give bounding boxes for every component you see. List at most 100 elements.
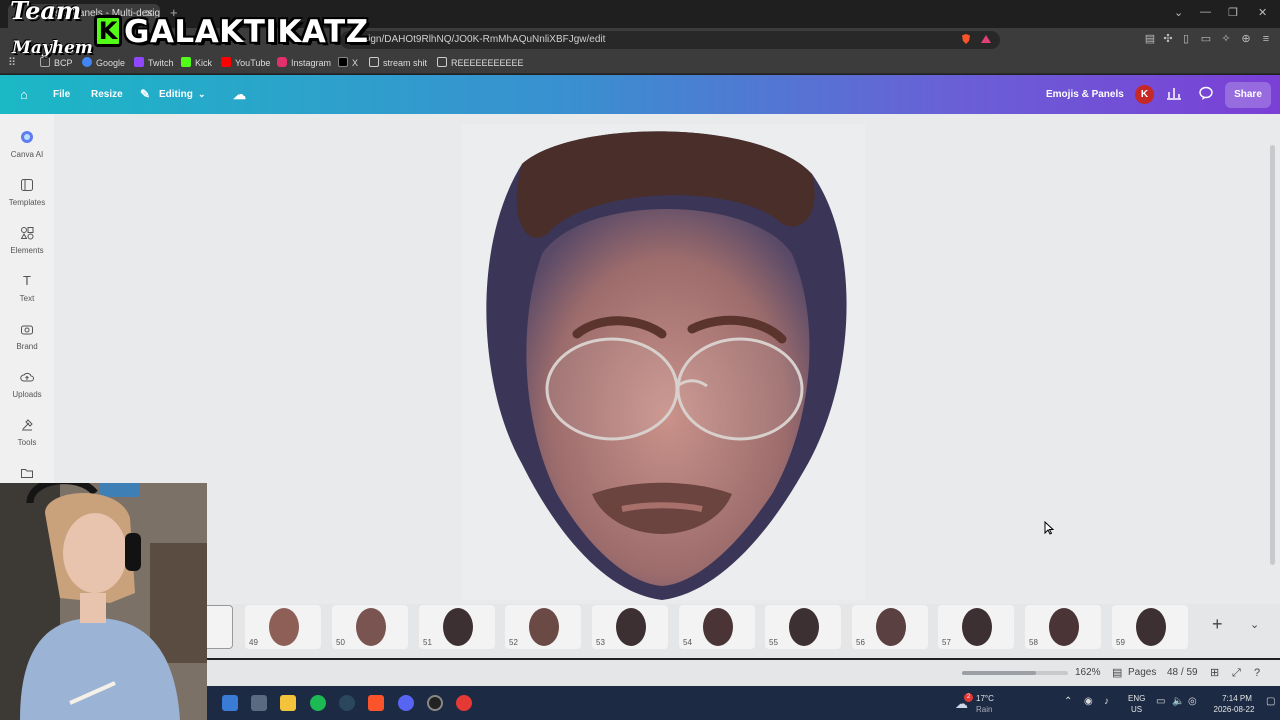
comment-icon[interactable]	[1198, 85, 1214, 106]
page-thumbnail[interactable]: 51	[419, 605, 495, 649]
page-thumbnail[interactable]: 55	[765, 605, 841, 649]
calculator-app-icon[interactable]	[251, 695, 267, 711]
fullscreen-icon[interactable]: ⤢	[1232, 660, 1241, 686]
sidebar-item-text[interactable]: T Text	[0, 274, 54, 318]
folder-icon	[20, 466, 34, 480]
tab-search-icon[interactable]: ⌄	[1174, 6, 1183, 19]
language-top[interactable]: ENG	[1128, 694, 1145, 704]
language-bottom[interactable]: US	[1131, 705, 1142, 715]
kick-logo-icon: K	[94, 15, 122, 47]
add-page-icon[interactable]: +	[1212, 614, 1223, 635]
brave-shield-icon[interactable]	[960, 33, 972, 45]
minimize-button[interactable]: —	[1200, 6, 1211, 18]
notifications-icon[interactable]: ▢	[1266, 696, 1275, 707]
left-sidebar: Canva AI Templates Elements T Text Brand…	[0, 114, 54, 486]
uploads-icon	[20, 370, 34, 384]
zoom-slider[interactable]	[962, 671, 1068, 675]
zoom-level[interactable]: 162%	[1075, 660, 1101, 686]
share-button[interactable]: Share	[1225, 82, 1271, 108]
thumbnail-current-page[interactable]	[203, 605, 233, 649]
templates-icon	[20, 178, 34, 192]
brand-icon	[20, 322, 34, 336]
opera-gx-icon[interactable]	[456, 695, 472, 711]
sidebar-item-tools[interactable]: Tools	[0, 418, 54, 462]
insights-icon[interactable]	[1166, 85, 1182, 106]
page-thumbnail[interactable]: 52	[505, 605, 581, 649]
display-icon[interactable]: ▭	[1156, 696, 1165, 707]
url-field[interactable]: design/DAHOt9RlhNQ/JO0K-RmMhAQuNnliXBFJg…	[340, 31, 1000, 49]
pages-grid-icon[interactable]: ▤	[1112, 660, 1122, 686]
page-thumbnail[interactable]: 50	[332, 605, 408, 649]
brave-browser-icon[interactable]	[368, 695, 384, 711]
spotify-icon[interactable]	[310, 695, 326, 711]
cloud-saved-icon[interactable]: ☁	[233, 75, 246, 114]
tools-icon	[20, 418, 34, 432]
file-menu[interactable]: File	[53, 75, 70, 114]
file-explorer-icon[interactable]	[280, 695, 296, 711]
webcam-streamer-image	[0, 483, 207, 720]
help-icon[interactable]: ?	[1254, 660, 1260, 686]
page-counter: 48 / 59	[1167, 667, 1198, 678]
extensions-puzzle-icon[interactable]: ✣	[1162, 33, 1174, 45]
page-thumbnail[interactable]: 59	[1112, 605, 1188, 649]
vpn-icon[interactable]: ⊕	[1240, 33, 1252, 45]
design-page-canvas[interactable]	[462, 124, 865, 600]
project-title[interactable]: Emojis & Panels	[1046, 75, 1124, 114]
sidebar-toggle-icon[interactable]: ▯	[1180, 33, 1192, 45]
clock-date[interactable]: 2026-08-22	[1206, 705, 1262, 715]
bookmark-folder-reee[interactable]: REEEEEEEEEEE	[437, 56, 524, 70]
network-icon[interactable]: ◎	[1188, 696, 1197, 707]
steam-icon[interactable]	[339, 695, 355, 711]
weather-desc[interactable]: Rain	[976, 705, 992, 715]
chevron-down-icon[interactable]: ⌄	[198, 75, 206, 114]
tray-app-icon[interactable]: ◉	[1084, 696, 1093, 707]
pages-button[interactable]: Pages	[1128, 660, 1156, 686]
vertical-scrollbar[interactable]	[1270, 145, 1275, 565]
weather-temp[interactable]: 17°C	[976, 694, 994, 704]
user-avatar[interactable]: K	[1135, 85, 1154, 104]
editing-mode-menu[interactable]: Editing	[159, 75, 193, 114]
tray-chevron-up-icon[interactable]: ⌃	[1064, 696, 1072, 707]
webcam-overlay	[0, 483, 207, 720]
folder-icon	[437, 57, 447, 67]
maximize-button[interactable]: ❐	[1228, 6, 1238, 19]
text-icon: T	[23, 273, 31, 288]
discord-icon[interactable]	[398, 695, 414, 711]
close-window-button[interactable]: ✕	[1258, 6, 1267, 19]
wallet-icon[interactable]: ▭	[1200, 33, 1212, 45]
home-icon[interactable]: ⌂	[20, 75, 28, 114]
emoji-face-image[interactable]	[462, 124, 865, 600]
page-thumbnail[interactable]: 57	[938, 605, 1014, 649]
zoom-slider-fill	[962, 671, 1037, 675]
team-mayhem-logo-top: Team	[10, 0, 82, 25]
resize-menu[interactable]: Resize	[91, 75, 123, 114]
notification-badge: 2	[964, 693, 973, 702]
page-thumbnail[interactable]: 58	[1025, 605, 1101, 649]
folder-icon	[369, 57, 379, 67]
menu-icon[interactable]: ≡	[1260, 33, 1272, 45]
page-thumbnail[interactable]: 56	[852, 605, 928, 649]
page-thumbnail[interactable]: 49	[245, 605, 321, 649]
brave-rewards-icon[interactable]	[980, 33, 992, 45]
page-thumbnail[interactable]: 53	[592, 605, 668, 649]
clock-time[interactable]: 7:14 PM	[1212, 694, 1262, 704]
extension-icon-1[interactable]: ▤	[1144, 33, 1156, 45]
microphone-icon[interactable]: ♪	[1104, 696, 1109, 707]
grid-view-icon[interactable]: ⊞	[1210, 660, 1219, 686]
bookmark-folder-stream[interactable]: stream shit	[369, 56, 427, 70]
sidebar-item-brand[interactable]: Brand	[0, 322, 54, 366]
pencil-icon: ✎	[140, 87, 151, 101]
sidebar-item-elements[interactable]: Elements	[0, 226, 54, 270]
sidebar-item-uploads[interactable]: Uploads	[0, 370, 54, 414]
sidebar-item-canva-ai[interactable]: Canva AI	[0, 130, 54, 174]
volume-icon[interactable]: 🔈	[1172, 696, 1184, 707]
canva-header: ⌂ File Resize ✎ Editing ⌄ ☁ Emojis & Pan…	[0, 75, 1280, 114]
sidebar-item-templates[interactable]: Templates	[0, 178, 54, 222]
stream-logo-overlay: Team Mayhem K GALAKTIKATZ	[0, 0, 368, 74]
chevron-down-icon[interactable]: ⌄	[1250, 618, 1259, 631]
photos-app-icon[interactable]	[222, 695, 238, 711]
leo-ai-icon[interactable]: ✧	[1220, 33, 1232, 45]
canva-ai-icon	[20, 130, 34, 144]
page-thumbnail[interactable]: 54	[679, 605, 755, 649]
obs-icon[interactable]	[427, 695, 443, 711]
